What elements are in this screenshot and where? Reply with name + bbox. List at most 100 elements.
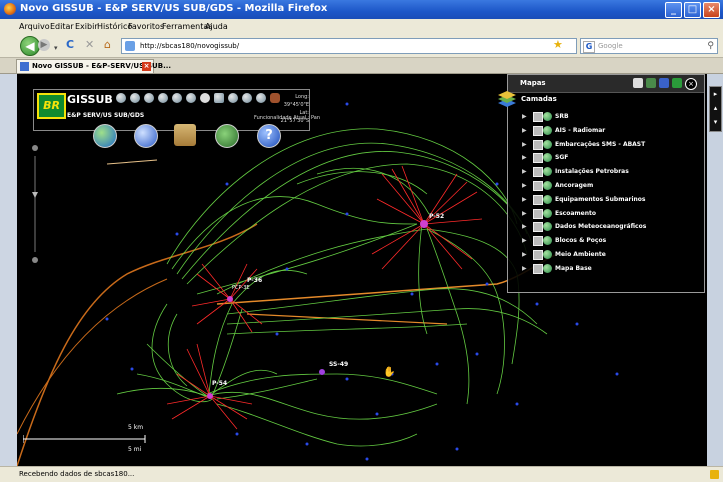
previous-extent-icon[interactable] xyxy=(172,93,182,103)
expand-arrow-icon[interactable]: ▶ xyxy=(522,168,527,175)
layer-item[interactable]: ▶ Equipamentos Submarinos xyxy=(522,194,692,206)
help-icon[interactable]: ? xyxy=(257,124,281,148)
layer-item[interactable]: ▶ Meio Ambiente xyxy=(522,249,692,261)
expand-arrow-icon[interactable]: ▶ xyxy=(522,127,527,134)
maps-panel: Mapas × Camadas ▶ SRB ▶ AIS - Radiomar ▶ Emba… xyxy=(498,74,705,293)
layer-globe-icon xyxy=(543,112,552,121)
close-window-button[interactable]: × xyxy=(703,2,720,18)
pan-hand-icon[interactable] xyxy=(200,93,210,103)
expand-arrow-icon[interactable]: ▶ xyxy=(522,141,527,148)
menu-historico[interactable]: Histórico xyxy=(97,22,132,31)
layer-item[interactable]: ▶ Instalações Petrobras xyxy=(522,166,692,178)
menu-arquivo[interactable]: Arquivo xyxy=(19,22,50,31)
bookmark-star-icon[interactable]: ★ xyxy=(553,38,563,51)
layer-checkbox[interactable] xyxy=(533,194,543,205)
layer-globe-icon xyxy=(543,194,552,204)
menu-editar[interactable]: Editar xyxy=(50,22,74,31)
layer-checkbox[interactable] xyxy=(533,153,543,164)
layer-item[interactable]: ▶ SRB xyxy=(522,111,692,123)
forward-button[interactable]: ▶ xyxy=(38,39,50,51)
back-button[interactable]: ◀ xyxy=(20,36,40,56)
layer-checkbox[interactable] xyxy=(533,236,543,247)
expand-arrow-icon[interactable]: ▶ xyxy=(522,113,527,120)
expand-arrow-icon[interactable]: ▶ xyxy=(522,196,527,203)
full-extent-icon[interactable] xyxy=(214,93,224,103)
layer-checkbox[interactable] xyxy=(533,139,543,150)
panel-doc-icon[interactable] xyxy=(633,78,643,88)
expand-arrow-icon[interactable]: ▶ xyxy=(522,210,527,217)
layer-globe-icon xyxy=(543,263,552,273)
petrobras-logo: BR xyxy=(37,93,66,119)
maximize-button[interactable]: □ xyxy=(684,2,701,18)
zoom-slider[interactable] xyxy=(31,144,39,264)
tab-bar: Novo GISSUB - E&P-SERV/US-SUB... × xyxy=(0,58,723,74)
zoom-in-icon[interactable] xyxy=(130,93,140,103)
expand-arrow-icon[interactable]: ▶ xyxy=(522,154,527,161)
pan-cursor-icon: ✋ xyxy=(383,367,396,378)
search-input[interactable]: G Google ⚲ xyxy=(580,38,718,54)
layer-item[interactable]: ▶ Blocos & Poços xyxy=(522,235,692,247)
layer-item[interactable]: ▶ Ancoragem xyxy=(522,180,692,192)
side-scroll-control[interactable]: ▸ ▴ ▾ xyxy=(709,86,722,132)
search-icon[interactable]: ⚲ xyxy=(707,39,714,53)
layer-item[interactable]: ▶ Dados Meteoceanográficos xyxy=(522,221,692,233)
platform-label-ss49[interactable]: SS-49 xyxy=(329,361,348,368)
url-bar[interactable]: http://sbcas180/novogissub/ xyxy=(121,38,577,54)
next-extent-icon[interactable] xyxy=(186,93,196,103)
layer-globe-icon xyxy=(543,250,552,259)
layer-checkbox[interactable] xyxy=(533,112,543,122)
print-icon[interactable] xyxy=(256,93,266,103)
layer-globe-icon xyxy=(543,153,552,163)
home-icon[interactable]: ⌂ xyxy=(104,39,111,51)
navigation-toolbar: ◀ ▶ ▾ C ✕ ⌂ http://sbcas180/novogissub/ … xyxy=(0,34,723,58)
menu-exibir[interactable]: Exibir xyxy=(75,22,98,31)
layer-item[interactable]: ▶ Mapa Base xyxy=(522,263,692,275)
layer-checkbox[interactable] xyxy=(533,208,543,219)
app-subtitle: E&P SERV/US SUB/GDS xyxy=(67,112,145,119)
platform-label-pcp[interactable]: PCP-3E xyxy=(232,285,250,291)
panel-globe-icon[interactable] xyxy=(646,78,656,88)
platform-label-p54[interactable]: P-54 xyxy=(212,380,227,387)
zoom-out-icon[interactable] xyxy=(144,93,154,103)
panel-dock-icon[interactable] xyxy=(672,78,682,88)
info-icon[interactable] xyxy=(228,93,238,103)
layer-checkbox[interactable] xyxy=(533,222,543,233)
scale-bar: 5 km 5 mi xyxy=(23,424,148,454)
tools-box-icon[interactable] xyxy=(174,124,196,146)
expand-arrow-icon[interactable]: ▶ xyxy=(522,237,527,244)
platform-label-p36[interactable]: P-36 xyxy=(247,277,262,284)
panel-settings-icon[interactable] xyxy=(659,78,669,88)
measure-icon[interactable] xyxy=(242,93,252,103)
tab-gissub[interactable]: Novo GISSUB - E&P-SERV/US-SUB... × xyxy=(16,59,171,73)
close-tab-icon[interactable]: × xyxy=(142,62,151,71)
zoom-box-icon[interactable] xyxy=(158,93,168,103)
platform-label-p52[interactable]: P-52 xyxy=(429,213,444,220)
compass-icon[interactable] xyxy=(134,124,158,148)
earth-icon[interactable] xyxy=(93,124,117,148)
layer-checkbox[interactable] xyxy=(533,125,543,136)
stop-icon[interactable]: ✕ xyxy=(85,39,94,51)
layer-item[interactable]: ▶ SGF xyxy=(522,152,692,164)
expand-arrow-icon[interactable]: ▶ xyxy=(522,251,527,258)
expand-arrow-icon[interactable]: ▶ xyxy=(522,182,527,189)
radar-icon[interactable] xyxy=(215,124,239,148)
expand-arrow-icon[interactable]: ▶ xyxy=(522,265,527,272)
layer-item[interactable]: ▶ Embarcações SMS - ABAST xyxy=(522,139,692,151)
globe-tool-icon[interactable] xyxy=(116,93,126,103)
layer-item[interactable]: ▶ AIS - Radiomar xyxy=(522,125,692,137)
menu-favoritos[interactable]: Favoritos xyxy=(128,22,164,31)
layer-item[interactable]: ▶ Escoamento xyxy=(522,208,692,220)
history-dropdown-icon[interactable]: ▾ xyxy=(54,42,58,54)
layer-checkbox[interactable] xyxy=(533,167,543,178)
panel-close-icon[interactable]: × xyxy=(685,78,697,90)
layer-label: Escoamento xyxy=(555,209,596,217)
layer-checkbox[interactable] xyxy=(533,181,543,191)
minimize-button[interactable]: _ xyxy=(665,2,682,18)
layer-checkbox[interactable] xyxy=(533,250,543,260)
expand-arrow-icon[interactable]: ▶ xyxy=(522,223,527,230)
layer-checkbox[interactable] xyxy=(533,263,543,274)
menu-ajuda[interactable]: Ajuda xyxy=(205,22,228,31)
reload-icon[interactable]: C xyxy=(66,39,74,51)
window-title: Novo GISSUB - E&P SERV/US SUB/GDS - Mozi… xyxy=(20,3,328,14)
layer-globe-icon xyxy=(543,222,552,232)
